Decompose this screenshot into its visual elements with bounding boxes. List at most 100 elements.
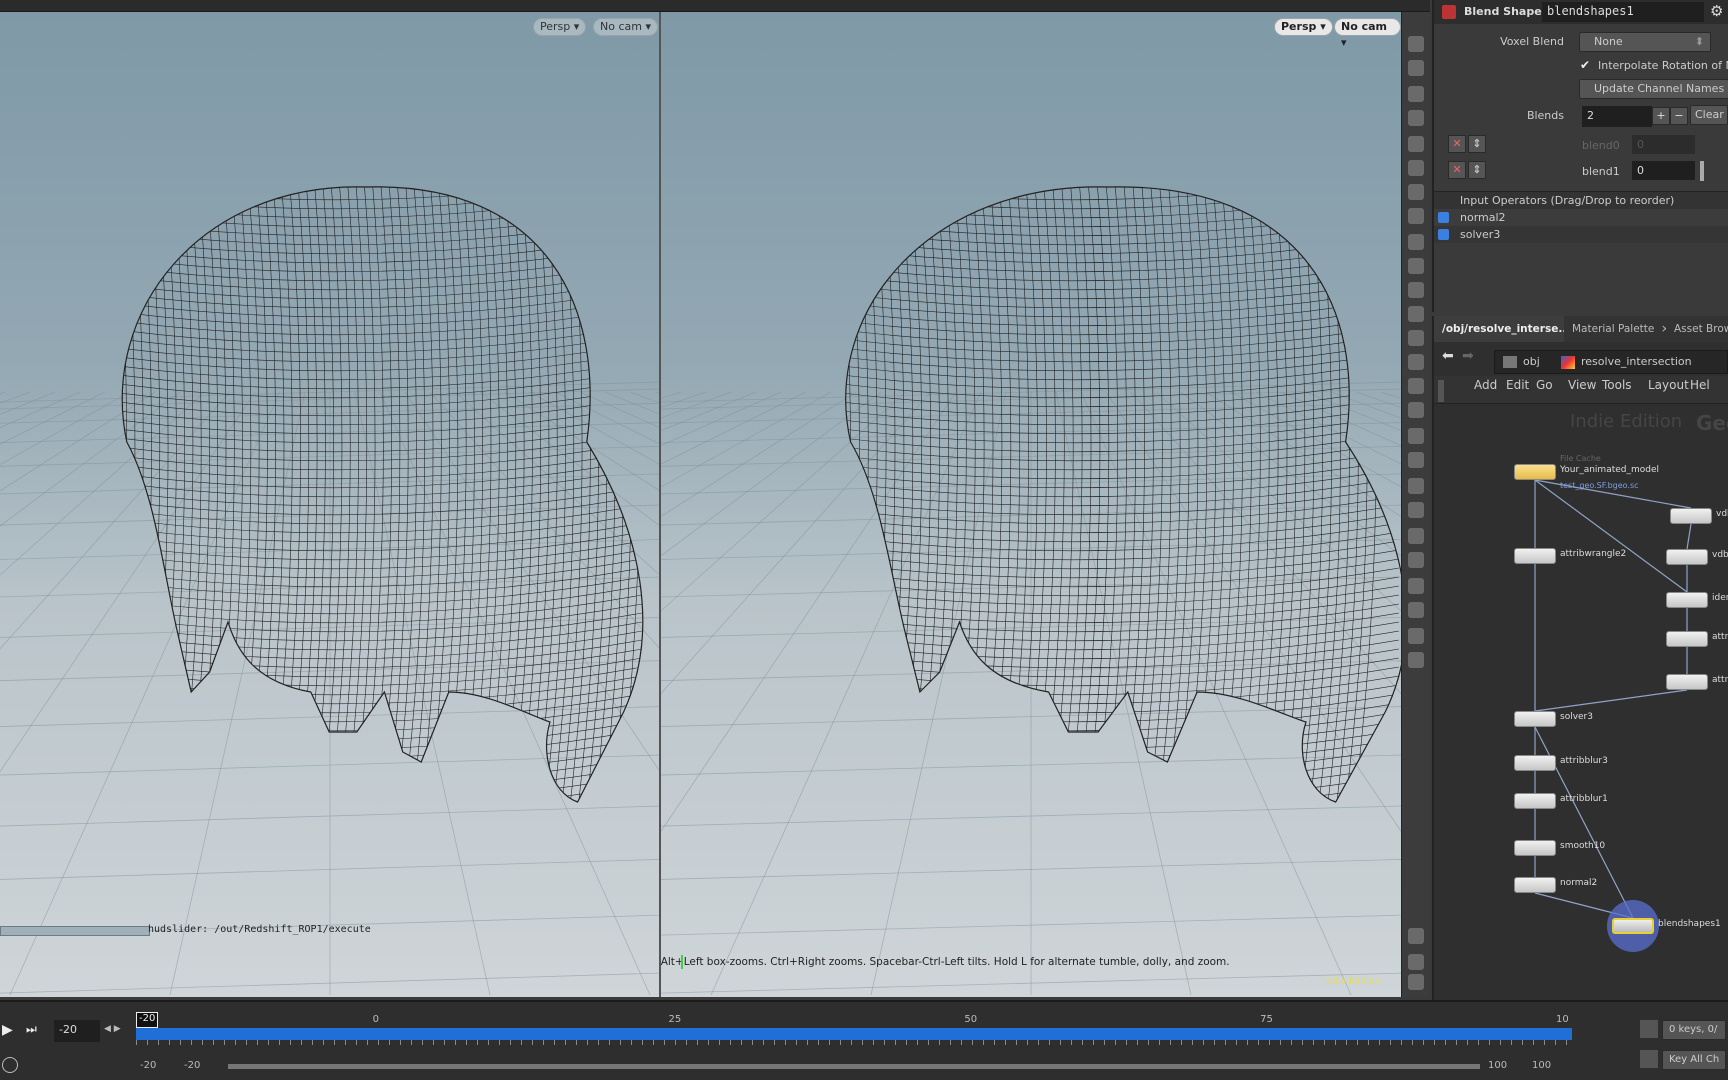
- network-node[interactable]: [1514, 877, 1556, 893]
- menu-go[interactable]: Go: [1536, 378, 1553, 392]
- input-row[interactable]: normal2: [1434, 209, 1728, 226]
- node-wires: [1534, 479, 1692, 952]
- network-node[interactable]: [1514, 711, 1556, 727]
- viewport-tool-icon[interactable]: [1408, 378, 1424, 394]
- input-name: normal2: [1460, 211, 1506, 224]
- input-row[interactable]: solver3: [1434, 226, 1728, 243]
- move-blend1-icon[interactable]: ⇕: [1468, 161, 1486, 179]
- viewport-tool-icon[interactable]: [1408, 136, 1424, 152]
- viewport-right[interactable]: Persp ▾ No cam ▾ Left mouse tumbles. Mid…: [661, 12, 1401, 997]
- node-subtitle: File Cache: [1560, 454, 1601, 463]
- clear-button[interactable]: Clear: [1690, 105, 1728, 125]
- network-node[interactable]: [1514, 840, 1556, 856]
- viewport-tool-icon[interactable]: [1408, 578, 1424, 594]
- node-file: test_geo.SF.bgeo.sc: [1560, 481, 1639, 490]
- range-end[interactable]: 100: [1532, 1060, 1551, 1071]
- viewport-left[interactable]: Persp ▾ No cam ▾ hudslider: /out/Redshif…: [0, 12, 659, 997]
- keys-icon[interactable]: [1640, 1020, 1658, 1038]
- menu-layout[interactable]: Layout: [1648, 378, 1689, 392]
- viewport-tool-icon[interactable]: [1408, 954, 1424, 970]
- network-editor[interactable]: /obj/resolve_interse... × Material Palet…: [1432, 316, 1728, 1000]
- viewport-tool-icon[interactable]: [1408, 428, 1424, 444]
- blend1-field[interactable]: 0: [1632, 161, 1695, 180]
- current-frame-field[interactable]: -20: [54, 1020, 100, 1042]
- blends-decrement[interactable]: −: [1670, 107, 1688, 125]
- viewport-tool-icon[interactable]: [1408, 478, 1424, 494]
- viewport-tool-icon[interactable]: [1408, 652, 1424, 668]
- keys-button[interactable]: 0 keys, 0/: [1662, 1020, 1726, 1040]
- viewport-tool-icon[interactable]: [1408, 452, 1424, 468]
- network-node[interactable]: [1514, 793, 1556, 809]
- viewport-tool-icon[interactable]: [1408, 282, 1424, 298]
- viewport-tool-icon[interactable]: [1408, 528, 1424, 544]
- node-name-field[interactable]: blendshapes1: [1542, 2, 1704, 22]
- network-node[interactable]: [1514, 755, 1556, 771]
- clock-icon[interactable]: [2, 1057, 18, 1073]
- network-node[interactable]: [1514, 464, 1556, 480]
- viewport-tool-icon[interactable]: [1408, 330, 1424, 346]
- viewport-tool-icon[interactable]: [1408, 402, 1424, 418]
- blends-increment[interactable]: +: [1652, 107, 1670, 125]
- viewport-tool-icon[interactable]: [1408, 208, 1424, 224]
- network-node[interactable]: [1666, 674, 1708, 690]
- gear-icon[interactable]: ⚙: [1710, 2, 1723, 20]
- interpolate-checkbox[interactable]: ✔: [1580, 58, 1590, 72]
- node-wire: [1534, 689, 1688, 712]
- blends-field[interactable]: 2: [1582, 106, 1652, 127]
- step-frame-icons[interactable]: ◀ ▶: [104, 1024, 121, 1034]
- timeline-ticks: [136, 1040, 1572, 1045]
- network-node[interactable]: [1514, 548, 1556, 564]
- node-label: attribwran: [1712, 675, 1728, 685]
- top-bar: [0, 0, 1430, 12]
- skip-end-icon[interactable]: ⏭: [26, 1022, 37, 1037]
- key-icon[interactable]: [1640, 1050, 1658, 1068]
- viewport-tool-icon[interactable]: [1408, 36, 1424, 52]
- play-icon[interactable]: ▶: [2, 1022, 13, 1038]
- range-start-visible[interactable]: -20: [184, 1060, 200, 1071]
- voxel-blend-select[interactable]: None ⬍: [1579, 32, 1711, 52]
- viewport-tool-icon[interactable]: [1408, 602, 1424, 618]
- network-node[interactable]: [1666, 549, 1708, 565]
- key-all-channels-button[interactable]: Key All Ch: [1662, 1050, 1726, 1070]
- camera-menu[interactable]: No cam ▾: [593, 18, 658, 36]
- viewport-tool-icon[interactable]: [1408, 86, 1424, 102]
- update-channel-names-button[interactable]: Update Channel Names Fro: [1579, 79, 1728, 99]
- input-arrow-icon: [1438, 229, 1449, 240]
- viewport-tool-icon[interactable]: [1408, 184, 1424, 200]
- hud-slider[interactable]: [0, 926, 150, 936]
- range-slider[interactable]: [228, 1064, 1480, 1069]
- persp-menu[interactable]: Persp ▾: [533, 18, 587, 36]
- frame-marker[interactable]: -20: [136, 1012, 159, 1028]
- viewport-tool-icon[interactable]: [1408, 234, 1424, 250]
- move-blend0-icon[interactable]: ⇕: [1468, 135, 1486, 153]
- viewport-tool-icon[interactable]: [1408, 552, 1424, 568]
- viewport-tool-icon[interactable]: [1408, 258, 1424, 274]
- menu-hel[interactable]: Hel: [1690, 378, 1710, 392]
- persp-menu[interactable]: Persp ▾: [1274, 18, 1333, 36]
- viewport-tool-icon[interactable]: [1408, 628, 1424, 644]
- blend0-label: blend0: [1582, 139, 1620, 152]
- viewport-tool-icon[interactable]: [1408, 928, 1424, 944]
- viewport-tool-icon[interactable]: [1408, 60, 1424, 76]
- remove-blend0-icon[interactable]: ✕: [1448, 135, 1466, 153]
- viewport-tool-icon[interactable]: [1408, 110, 1424, 126]
- blend1-slider[interactable]: [1700, 161, 1704, 181]
- viewport-tool-icon[interactable]: [1408, 974, 1424, 990]
- camera-menu[interactable]: No cam ▾: [1334, 18, 1401, 49]
- range-start[interactable]: -20: [140, 1060, 156, 1071]
- remove-blend1-icon[interactable]: ✕: [1448, 161, 1466, 179]
- network-node[interactable]: [1612, 918, 1654, 934]
- network-node[interactable]: [1666, 592, 1708, 608]
- viewport-tool-icon[interactable]: [1408, 354, 1424, 370]
- viewport-tool-icon[interactable]: [1408, 306, 1424, 322]
- network-node[interactable]: [1670, 508, 1712, 524]
- menu-tools[interactable]: Tools: [1602, 378, 1632, 392]
- viewport-tool-icon[interactable]: [1408, 160, 1424, 176]
- timeline-bar[interactable]: [136, 1028, 1572, 1040]
- network-node[interactable]: [1666, 631, 1708, 647]
- menu-view[interactable]: View: [1568, 378, 1596, 392]
- viewport-tool-icon[interactable]: [1408, 502, 1424, 518]
- menu-add[interactable]: Add: [1474, 378, 1497, 392]
- menu-edit[interactable]: Edit: [1506, 378, 1529, 392]
- range-end-visible[interactable]: 100: [1488, 1060, 1507, 1071]
